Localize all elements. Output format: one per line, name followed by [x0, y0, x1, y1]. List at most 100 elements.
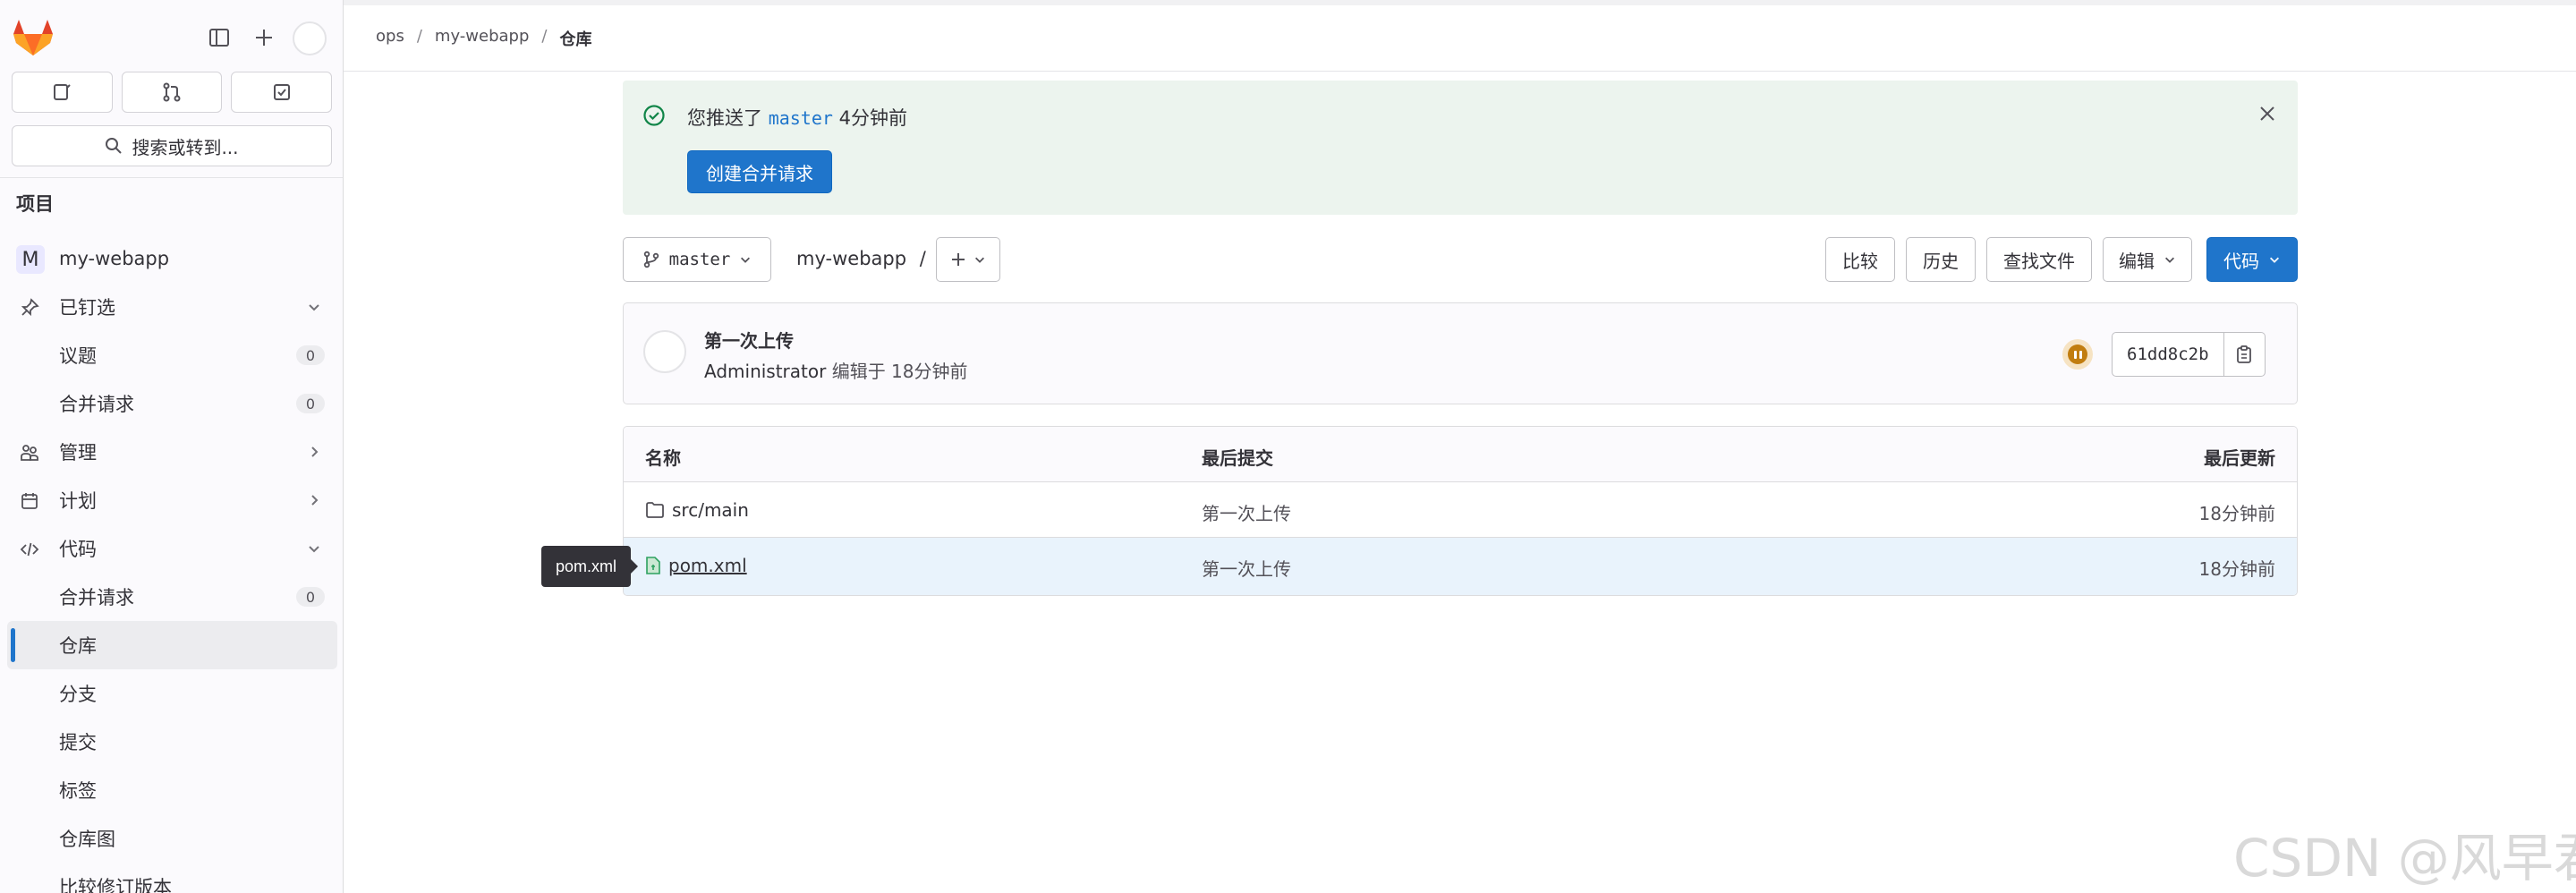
chevron-down-icon [975, 257, 984, 263]
sidebar-item-merge-requests-pinned[interactable]: 合并请求 0 [0, 379, 343, 428]
table-row[interactable]: src/main 第一次上传 18分钟前 [624, 482, 2297, 538]
file-name-cell: src/main [645, 499, 749, 521]
breadcrumb-separator: / [541, 27, 548, 46]
issues-icon [54, 84, 72, 100]
sidebar-item-issues[interactable]: 议题 0 [0, 331, 343, 379]
merge-request-icon [163, 82, 181, 102]
breadcrumb: ops / my-webapp / 仓库 [376, 27, 591, 50]
sidebar-item-compare-revisions[interactable]: 比较修订版本 [0, 863, 343, 893]
chevron-down-icon [307, 539, 321, 560]
quick-actions [12, 72, 333, 113]
search-button[interactable]: 搜索或转到... [12, 125, 332, 166]
breadcrumb-item-project[interactable]: my-webapp [435, 27, 529, 50]
code-dropdown[interactable]: 代码 [2206, 237, 2298, 282]
sidebar-item-label: 合并请求 [59, 587, 134, 608]
user-avatar[interactable] [293, 21, 327, 55]
breadcrumb-item-current[interactable]: 仓库 [559, 27, 591, 50]
header-name: 名称 [645, 447, 681, 469]
sidebar-item-pinned[interactable]: 已钉选 [0, 283, 343, 331]
sidebar-item-label: 比较修订版本 [59, 877, 172, 893]
chevron-down-icon [307, 297, 321, 319]
chevron-right-icon [307, 442, 321, 464]
sidebar-divider [0, 177, 343, 178]
file-icon [646, 557, 660, 574]
chevron-right-icon [307, 490, 321, 512]
sidebar-item-label: 代码 [59, 539, 97, 560]
compare-label: 比较 [1842, 250, 1878, 272]
merge-requests-button[interactable] [121, 72, 223, 113]
header-last-commit: 最后提交 [1202, 447, 1273, 469]
todos-button[interactable] [231, 72, 333, 113]
last-update-cell: 18分钟前 [2198, 503, 2275, 524]
file-link[interactable]: pom.xml [668, 555, 747, 576]
breadcrumb-separator: / [416, 27, 422, 46]
sidebar-item-label: 议题 [59, 345, 97, 367]
sidebar-item-label: my-webapp [59, 248, 170, 269]
sidebar-item-repository[interactable]: 仓库 [7, 621, 337, 669]
sidebar-item-branches[interactable]: 分支 [0, 669, 343, 718]
branch-selector[interactable]: master [623, 237, 771, 282]
toggle-sidebar-icon[interactable] [201, 20, 237, 55]
sidebar-item-label: 已钉选 [59, 297, 115, 319]
pipeline-paused-icon[interactable] [2062, 339, 2093, 370]
alert-text-prefix: 您推送了 [687, 107, 762, 129]
commit-title[interactable]: 第一次上传 [704, 327, 794, 353]
check-circle-icon [643, 105, 665, 126]
issues-button[interactable] [12, 72, 113, 113]
edit-dropdown[interactable]: 编辑 [2103, 237, 2192, 282]
history-label: 历史 [1923, 250, 1959, 272]
close-icon[interactable] [2258, 104, 2276, 127]
breadcrumb-item-ops[interactable]: ops [376, 27, 404, 50]
alert-message: 您推送了 master 4分钟前 [687, 104, 907, 131]
project-avatar: M [16, 245, 45, 274]
create-merge-request-button[interactable]: 创建合并请求 [687, 150, 832, 193]
count-badge: 0 [296, 587, 325, 607]
last-commit-cell[interactable]: 第一次上传 [1202, 555, 1291, 581]
chevron-down-icon [741, 257, 751, 263]
author-avatar[interactable] [643, 330, 686, 373]
folder-icon [646, 502, 664, 518]
users-icon [18, 441, 41, 464]
copy-icon[interactable] [2223, 332, 2266, 377]
sidebar-item-repository-graph[interactable]: 仓库图 [0, 814, 343, 863]
commit-sha[interactable]: 61dd8c2b [2112, 332, 2224, 377]
chevron-down-icon [2270, 257, 2279, 263]
sidebar-item-commits[interactable]: 提交 [0, 718, 343, 766]
table-row[interactable]: pom.xml 第一次上传 18分钟前 [624, 538, 2297, 595]
count-badge: 0 [296, 345, 325, 365]
repo-toolbar: master my-webapp / 比较 历史 查找文件 编辑 代码 [623, 237, 2298, 282]
path-project[interactable]: my-webapp [796, 248, 906, 269]
history-button[interactable]: 历史 [1906, 237, 1976, 282]
find-file-button[interactable]: 查找文件 [1986, 237, 2092, 282]
add-file-dropdown[interactable] [936, 237, 1000, 282]
todo-icon [273, 84, 290, 100]
path-separator: / [919, 248, 926, 269]
sidebar-item-tags[interactable]: 标签 [0, 766, 343, 814]
gitlab-logo-icon[interactable] [13, 18, 54, 57]
plus-icon[interactable] [246, 20, 282, 55]
commit-meta: Administrator 编辑于 18分钟前 [704, 357, 968, 383]
sidebar-item-merge-requests[interactable]: 合并请求 0 [0, 573, 343, 621]
sidebar-item-code[interactable]: 代码 [0, 524, 343, 573]
sidebar-item-label: 仓库图 [59, 829, 115, 850]
last-commit-cell[interactable]: 第一次上传 [1202, 499, 1291, 525]
sidebar-item-project[interactable]: M my-webapp [0, 234, 343, 283]
sidebar-nav: M my-webapp 已钉选 议题 0 合并请求 0 管理 计划 代码 合并请… [0, 234, 343, 893]
section-title: 项目 [16, 193, 54, 215]
watermark: CSDN @风早君 [2233, 828, 2576, 889]
file-name-cell: pom.xml [645, 555, 747, 576]
edit-label: 编辑 [2119, 250, 2155, 272]
compare-button[interactable]: 比较 [1825, 237, 1895, 282]
folder-link[interactable]: src/main [672, 499, 749, 521]
sidebar-item-label: 仓库 [59, 635, 97, 657]
sidebar-item-plan[interactable]: 计划 [0, 476, 343, 524]
commit-author[interactable]: Administrator [704, 361, 826, 382]
sidebar-item-manage[interactable]: 管理 [0, 428, 343, 476]
commit-time: 编辑于 18分钟前 [831, 361, 968, 382]
last-commit: 第一次上传 Administrator 编辑于 18分钟前 61dd8c2b [623, 302, 2298, 404]
calendar-icon [18, 489, 41, 513]
alert-branch[interactable]: master [769, 107, 833, 129]
repo-path: my-webapp / [796, 248, 926, 269]
commit-sha-group: 61dd8c2b [2112, 332, 2266, 377]
sidebar-item-label: 提交 [59, 732, 97, 753]
